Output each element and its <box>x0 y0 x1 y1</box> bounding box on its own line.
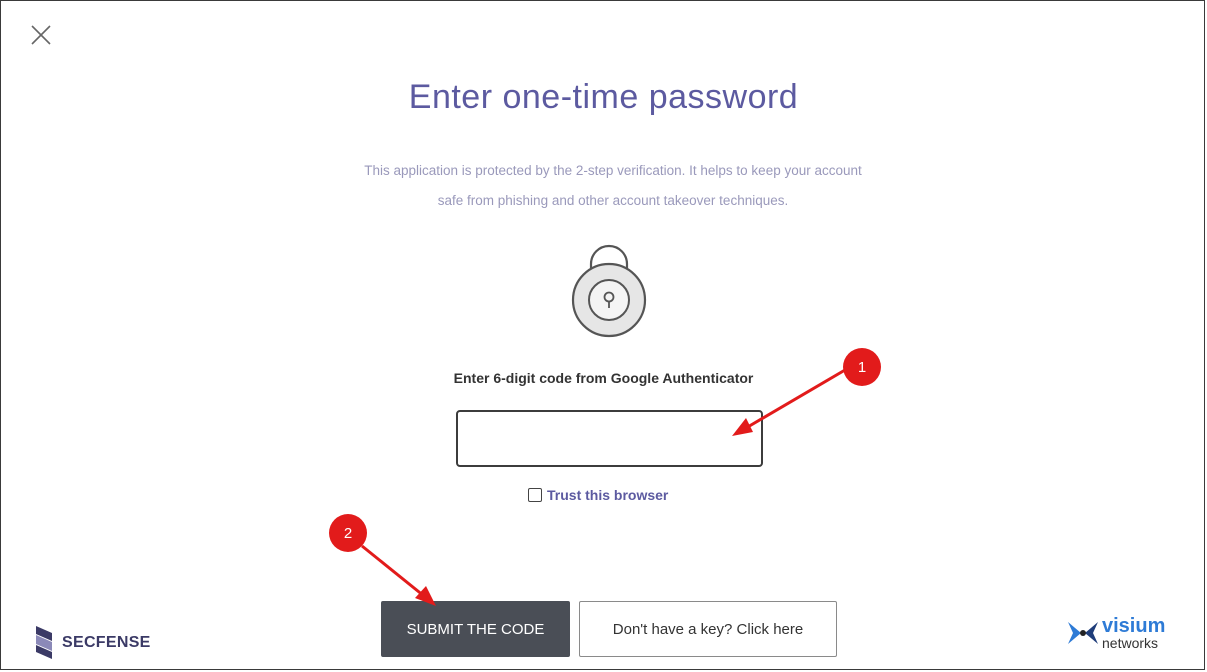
arrow-2-line <box>361 544 425 598</box>
annotation-arrows <box>361 368 846 606</box>
arrow-1-line <box>745 368 846 430</box>
annotation-badge-2: 2 <box>329 514 367 552</box>
arrow-1-head <box>732 418 753 436</box>
annotation-badge-1: 1 <box>843 348 881 386</box>
arrow-2-head <box>415 586 436 606</box>
